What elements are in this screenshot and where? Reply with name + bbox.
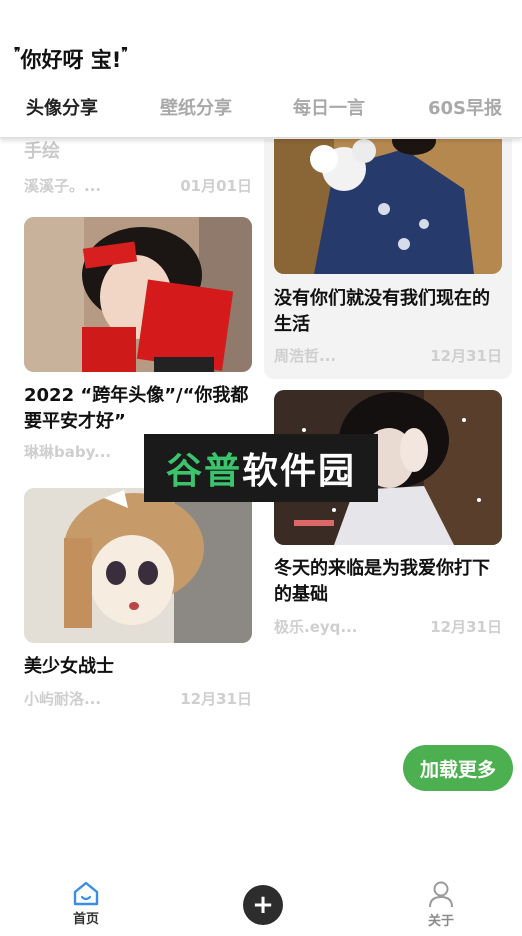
close-quote-icon: ❞ — [121, 45, 128, 59]
floral-shirt-image — [274, 139, 502, 274]
post-title: 手绘 — [24, 141, 60, 162]
user-icon — [429, 881, 453, 908]
post-author: 小屿耐洛... — [24, 690, 102, 708]
post-author: 溪溪子。... — [24, 177, 102, 195]
post-title: 2022 “跨年头像”/“你我都要平安才好” — [24, 385, 249, 432]
plus-icon: + — [252, 890, 274, 920]
post-date: 01月01日 — [180, 177, 252, 195]
post-card[interactable]: 美少女战士 小屿耐洛... 12月31日 — [24, 488, 252, 718]
tab-60s-news[interactable]: 60S早报 — [428, 94, 502, 120]
post-title: 美少女战士 — [24, 656, 114, 677]
post-card[interactable]: 手绘 溪溪子。... 01月01日 — [24, 139, 252, 199]
greeting-text: 你好呀 宝! — [20, 48, 122, 72]
post-date: 12月31日 — [430, 347, 502, 365]
post-author: 琳琳baby... — [24, 443, 112, 461]
nav-home[interactable]: 首页 — [56, 880, 116, 927]
post-card[interactable]: 没有你们就没有我们现在的生活 周浩哲... 12月31日 — [274, 139, 502, 369]
post-title: 没有你们就没有我们现在的生活 — [274, 288, 490, 335]
post-image[interactable] — [24, 488, 252, 643]
post-date: 12月31日 — [180, 690, 252, 708]
nav-about[interactable]: 关于 — [411, 880, 471, 929]
post-image[interactable] — [24, 217, 252, 372]
watermark-part2: 软件园 — [242, 451, 357, 492]
tab-avatar[interactable]: 头像分享 — [26, 94, 98, 120]
post-title: 冬天的来临是为我爱你打下的基础 — [274, 558, 490, 605]
load-more-button[interactable]: 加载更多 — [403, 745, 513, 791]
post-author: 周浩哲... — [274, 347, 337, 365]
tab-daily-quote[interactable]: 每日一言 — [293, 94, 365, 120]
watermark-logo: 谷普 软件园 — [144, 434, 378, 502]
anime-girl-image — [24, 488, 252, 643]
nav-about-label: 关于 — [427, 914, 454, 929]
greeting: ❞ 你好呀 宝! ❞ — [14, 44, 128, 74]
home-icon — [73, 881, 99, 906]
bottom-nav: 首页 + 关于 — [0, 872, 522, 936]
girl-new-year-image — [24, 217, 252, 372]
post-author: 极乐.eyq... — [274, 618, 358, 636]
post-card[interactable]: 冬天的来临是为我爱你打下的基础 极乐.eyq... 12月31日 — [274, 390, 502, 640]
add-post-button[interactable]: + — [243, 885, 283, 925]
post-date: 12月31日 — [430, 618, 502, 636]
post-card[interactable]: 2022 “跨年头像”/“你我都要平安才好” 琳琳baby... — [24, 217, 252, 467]
post-image[interactable] — [274, 139, 502, 274]
tab-wallpaper[interactable]: 壁纸分享 — [160, 94, 232, 120]
category-tabs: 头像分享 壁纸分享 每日一言 60S早报 — [0, 88, 522, 138]
watermark-part1: 谷普 — [165, 451, 242, 492]
nav-home-label: 首页 — [72, 912, 99, 927]
